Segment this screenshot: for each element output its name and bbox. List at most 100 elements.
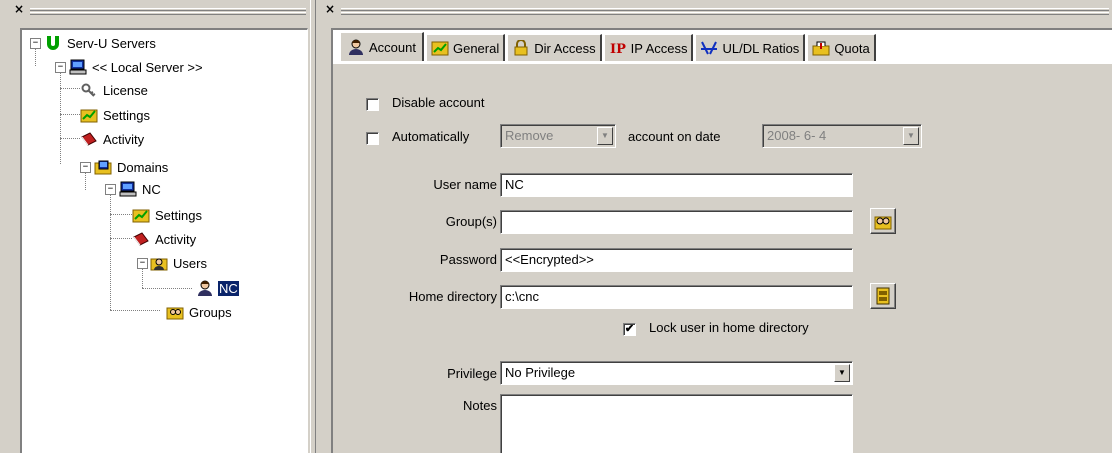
tab-label: General (452, 40, 500, 56)
tree-line (142, 288, 192, 289)
users-folder-icon (150, 258, 168, 271)
groups-folder-icon (166, 307, 184, 320)
disable-account-label: Disable account (392, 95, 485, 110)
tab-dir-access[interactable]: Dir Access (507, 34, 602, 61)
tab-quota[interactable]: Quota (807, 34, 876, 61)
lock-home-checkbox[interactable]: ✔ (623, 323, 636, 336)
tab-general[interactable]: General (425, 34, 506, 61)
key-icon (81, 83, 96, 97)
left-pane-grip-2 (30, 12, 306, 15)
domain-computer-icon (119, 181, 137, 197)
expander-users[interactable]: − (137, 258, 148, 269)
tree-line (110, 214, 132, 215)
tree-node-settings[interactable]: Settings (80, 105, 151, 125)
tab-bar: Account General Dir Access IP IP Access … (340, 32, 878, 62)
user-name-input[interactable]: NC (500, 173, 853, 197)
tab-label: IP Access (630, 40, 688, 56)
user-icon (349, 39, 363, 55)
groups-icon (874, 216, 892, 230)
tree-label: License (103, 82, 148, 98)
tree-node-domain-settings[interactable]: Settings (132, 205, 203, 225)
settings-icon (431, 41, 449, 56)
serv-u-logo-icon (47, 36, 59, 50)
tab-account[interactable]: Account (340, 32, 424, 61)
tab-label: Dir Access (534, 40, 596, 56)
disable-account-checkbox[interactable] (366, 98, 379, 111)
tree-node-domain-activity[interactable]: Activity (132, 229, 197, 249)
close-right-pane-icon[interactable]: × (325, 3, 335, 15)
tree-node-users[interactable]: Users (150, 253, 208, 273)
svg-text:IP: IP (610, 42, 626, 56)
tree-node-activity[interactable]: Activity (80, 129, 145, 149)
chevron-down-icon: ▼ (597, 127, 613, 145)
tree-line (110, 310, 160, 311)
tree-label: Activity (155, 231, 197, 247)
tree-label: Users (173, 255, 207, 271)
tab-label: Account (369, 39, 416, 55)
groups-input[interactable] (500, 210, 853, 234)
tree-line (60, 68, 61, 164)
tree-label: Settings (103, 107, 150, 123)
auto-date-picker[interactable]: 2008- 6- 4 ▼ (762, 124, 922, 148)
account-on-date-label: account on date (628, 129, 721, 144)
auto-action-select[interactable]: Remove ▼ (500, 124, 616, 148)
tree-line (60, 138, 80, 139)
notes-textarea[interactable] (500, 394, 853, 453)
activity-icon (81, 132, 97, 146)
tab-ip-access[interactable]: IP IP Access (603, 34, 694, 61)
expander-root[interactable]: − (30, 38, 41, 49)
home-directory-label: Home directory (408, 289, 497, 304)
tab-label: UL/DL Ratios (722, 40, 800, 56)
lock-icon (514, 40, 528, 56)
tree-node-license[interactable]: License (80, 80, 149, 100)
expander-domains[interactable]: − (80, 162, 91, 173)
tree-node-groups[interactable]: Groups (166, 302, 233, 322)
expander-server[interactable]: − (55, 62, 66, 73)
tree-label: NC (142, 181, 161, 197)
user-icon (198, 280, 212, 296)
tab-label: Quota (834, 40, 870, 56)
tree-node-local-server[interactable]: << Local Server >> (69, 57, 204, 77)
tree-line (60, 114, 80, 115)
user-name-value: NC (505, 177, 524, 192)
privilege-value: No Privilege (505, 365, 576, 380)
select-groups-button[interactable] (870, 208, 896, 234)
ratio-icon (701, 41, 718, 55)
user-name-label: User name (433, 177, 497, 192)
auto-action-value: Remove (505, 128, 554, 143)
automatically-checkbox[interactable] (366, 132, 379, 145)
pane-splitter[interactable] (310, 0, 316, 453)
browse-home-directory-button[interactable] (870, 283, 896, 309)
tree-label: Serv-U Servers (67, 35, 156, 51)
tree-node-root[interactable]: Serv-U Servers (44, 33, 157, 53)
tree-line (60, 88, 80, 89)
tree-node-domains[interactable]: Domains (94, 157, 169, 177)
server-tree[interactable]: − − − − − Serv-U Servers << Local Server… (20, 28, 308, 453)
auto-date-value: 2008- 6- 4 (767, 128, 827, 143)
privilege-select[interactable]: No Privilege ▼ (500, 361, 853, 385)
domains-icon (94, 160, 112, 175)
tree-node-domain-nc[interactable]: NC (119, 179, 162, 199)
account-form: Disable account Automatically Remove ▼ a… (333, 64, 1112, 453)
tree-label-selected: NC (218, 280, 239, 296)
tree-label: << Local Server >> (92, 59, 203, 75)
tree-label: Groups (189, 304, 232, 320)
right-pane-grip (341, 8, 1109, 11)
chevron-down-icon: ▼ (903, 127, 919, 145)
privilege-label: Privilege (447, 366, 497, 381)
settings-folder-icon (80, 109, 98, 123)
password-label: Password (439, 252, 497, 267)
password-input[interactable]: <<Encrypted>> (500, 248, 853, 272)
ip-icon: IP (610, 42, 626, 56)
password-value: <<Encrypted>> (505, 252, 594, 267)
notes-label: Notes (463, 398, 497, 413)
groups-label: Group(s) (445, 214, 497, 229)
tree-node-user-nc[interactable]: NC (196, 278, 239, 298)
home-directory-input[interactable]: c:\cnc (500, 285, 853, 309)
activity-icon (133, 232, 149, 246)
tab-ul-dl-ratios[interactable]: UL/DL Ratios (695, 34, 806, 61)
automatically-label: Automatically (392, 129, 470, 144)
expander-domain-nc[interactable]: − (105, 184, 116, 195)
close-left-pane-icon[interactable]: × (14, 3, 24, 15)
cabinet-icon (876, 287, 890, 305)
